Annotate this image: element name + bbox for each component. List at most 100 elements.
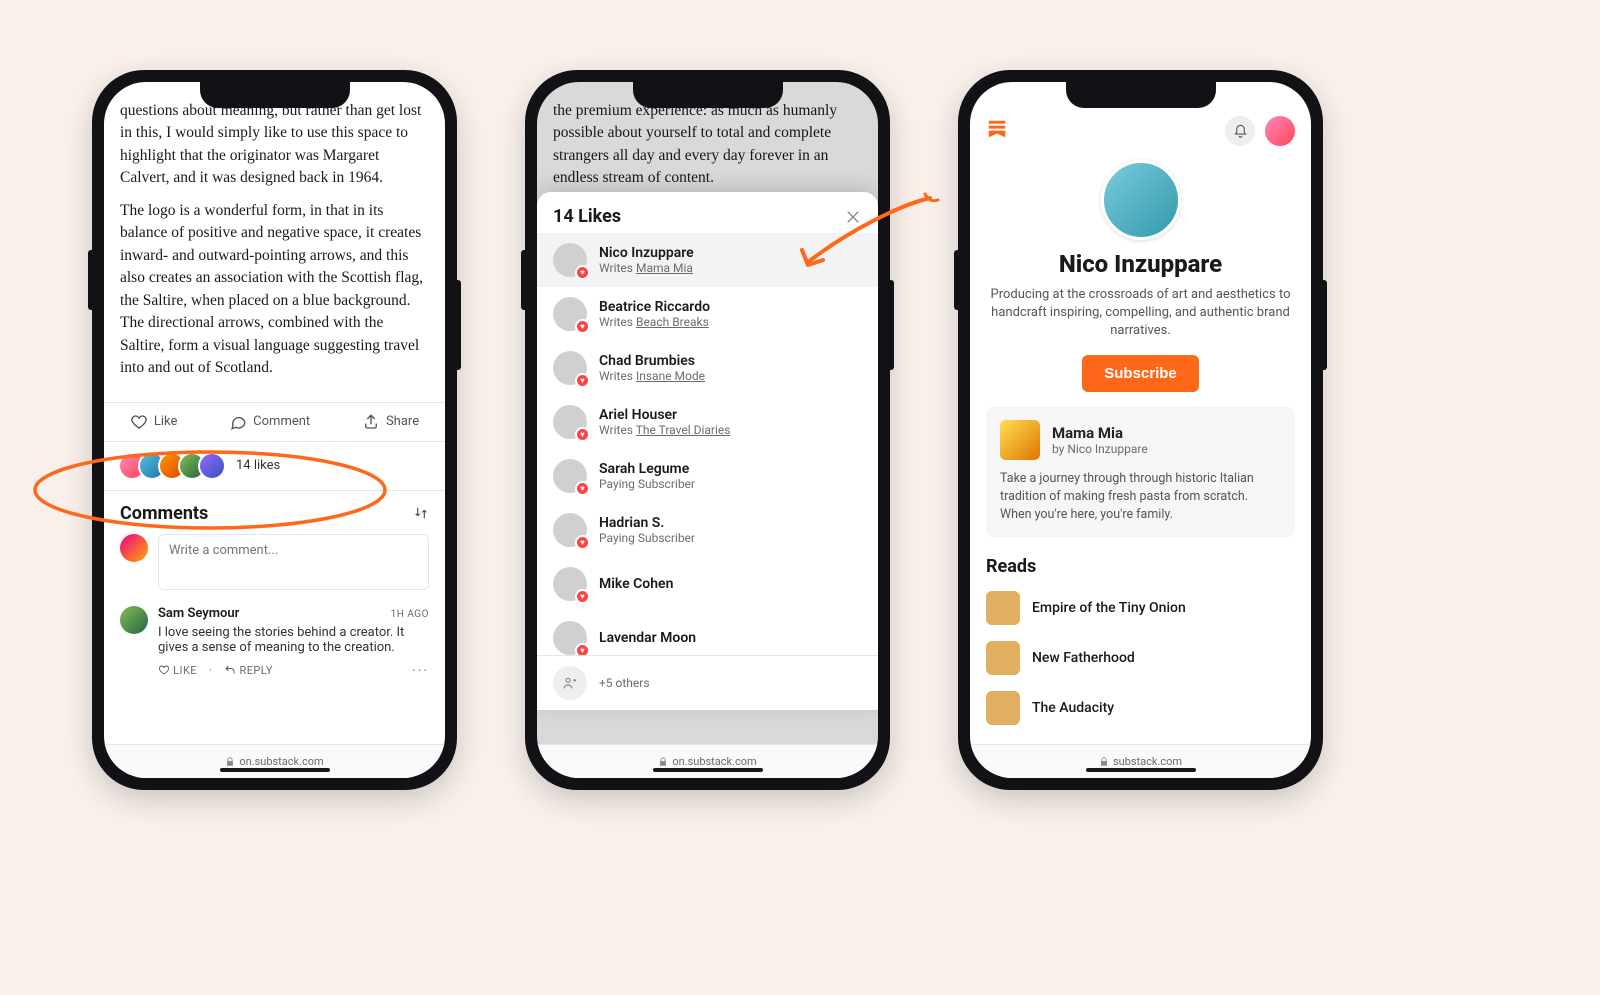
liker-row[interactable]: ♥ Mike Cohen <box>537 557 878 611</box>
share-button[interactable]: Share <box>362 413 419 431</box>
liker-row[interactable]: ♥ Hadrian S.Paying Subscriber <box>537 503 878 557</box>
comments-header: Comments <box>120 503 208 524</box>
browser-bar: substack.com <box>970 744 1311 778</box>
liker-avatar: ♥ <box>553 351 587 385</box>
browser-host: on.substack.com <box>672 755 756 768</box>
profile-bio: Producing at the crossroads of art and a… <box>990 286 1291 341</box>
reads-item[interactable]: The Audacity <box>970 683 1311 733</box>
liker-subtext: Paying Subscriber <box>599 531 862 545</box>
substack-logo-icon[interactable] <box>986 118 1008 144</box>
browser-host: substack.com <box>1113 755 1182 768</box>
heart-badge-icon: ♥ <box>575 643 590 655</box>
liker-row[interactable]: ♥Sarah LegumePaying Subscriber <box>537 449 878 503</box>
publication-title: Mama Mia <box>1052 424 1148 442</box>
liker-publication-link[interactable]: The Travel Diaries <box>636 423 731 437</box>
likes-sheet-title: 14 Likes <box>553 206 621 227</box>
liker-avatar: ♥ <box>553 405 587 439</box>
comment-author[interactable]: Sam Seymour <box>158 606 239 621</box>
heart-icon <box>130 413 148 431</box>
liker-row[interactable]: ♥ Beatrice RiccardoWrites Beach Breaks <box>537 287 878 341</box>
share-icon <box>362 413 380 431</box>
liker-avatars <box>118 452 226 480</box>
engagement-bar: Like Comment Share <box>104 402 445 442</box>
browser-bar: on.substack.com <box>104 744 445 778</box>
reply-icon <box>224 664 236 676</box>
heart-badge-icon: ♥ <box>575 319 590 334</box>
phone-profile-view: Nico Inzuppare Producing at the crossroa… <box>958 70 1323 790</box>
liker-name: Beatrice Riccardo <box>599 299 862 315</box>
notifications-button[interactable] <box>1225 116 1255 146</box>
sort-icon[interactable] <box>413 505 429 521</box>
liker-avatar: ♥ <box>553 297 587 331</box>
liker-row[interactable]: ♥Chad BrumbiesWrites Insane Mode <box>537 341 878 395</box>
reads-title: The Audacity <box>1032 700 1114 716</box>
reads-item[interactable]: Empire of the Tiny Onion <box>970 583 1311 633</box>
bell-icon <box>1233 124 1248 139</box>
phone-article-view: questions about meaning, but rather than… <box>92 70 457 790</box>
liker-avatar: ♥ <box>553 243 587 277</box>
article-paragraph: The logo is a wonderful form, in that in… <box>120 200 429 380</box>
liker-publication-link[interactable]: Insane Mode <box>636 369 705 383</box>
liker-avatar: ♥ <box>553 621 587 655</box>
people-icon <box>553 666 587 700</box>
liker-publication-link[interactable]: Mama Mia <box>636 261 693 275</box>
comment-icon <box>229 413 247 431</box>
lock-icon <box>1099 757 1109 767</box>
liker-subtext: Paying Subscriber <box>599 477 862 491</box>
likes-summary[interactable]: 14 likes <box>104 442 445 491</box>
article-paragraph: questions about meaning, but rather than… <box>120 100 429 190</box>
device-notch <box>633 82 783 108</box>
liker-row[interactable]: ♥ Nico InzuppareWrites Mama Mia <box>537 233 878 287</box>
liker-avatar: ♥ <box>553 513 587 547</box>
comment-body: I love seeing the stories behind a creat… <box>158 625 429 655</box>
heart-badge-icon: ♥ <box>575 589 590 604</box>
share-label: Share <box>386 414 419 429</box>
liker-name: Mike Cohen <box>599 576 862 592</box>
home-indicator <box>220 768 330 772</box>
comment-reply-button[interactable]: REPLY <box>224 664 273 677</box>
reads-thumb <box>986 641 1020 675</box>
lock-icon <box>658 757 668 767</box>
comment-button[interactable]: Comment <box>229 413 310 431</box>
liker-subtext: Writes Mama Mia <box>599 261 862 275</box>
liker-subtext: Writes Beach Breaks <box>599 315 862 329</box>
liker-avatar: ♥ <box>553 567 587 601</box>
comment-more-icon[interactable]: ··· <box>412 663 429 679</box>
browser-bar: on.substack.com <box>537 744 878 778</box>
lock-icon <box>225 757 235 767</box>
current-user-avatar <box>120 534 148 562</box>
like-label: Like <box>154 414 178 429</box>
comment-like-button[interactable]: LIKE <box>158 664 197 677</box>
liker-name: Lavendar Moon <box>599 630 862 646</box>
heart-badge-icon: ♥ <box>575 535 590 550</box>
liker-subtext: Writes Insane Mode <box>599 369 862 383</box>
browser-host: on.substack.com <box>239 755 323 768</box>
subscribe-button[interactable]: Subscribe <box>1082 355 1199 392</box>
publication-thumb <box>1000 420 1040 460</box>
reads-title: New Fatherhood <box>1032 650 1135 666</box>
comment-composer <box>120 534 429 590</box>
reads-item[interactable]: New Fatherhood <box>970 633 1311 683</box>
others-text: +5 others <box>599 676 650 690</box>
reads-header: Reads <box>970 556 1311 577</box>
liker-name: Ariel Houser <box>599 407 862 423</box>
current-user-avatar[interactable] <box>1265 116 1295 146</box>
liker-row[interactable]: ♥Ariel HouserWrites The Travel Diaries <box>537 395 878 449</box>
close-icon[interactable] <box>844 208 862 226</box>
liker-name: Hadrian S. <box>599 515 862 531</box>
comment-input[interactable] <box>158 534 429 590</box>
device-notch <box>1066 82 1216 108</box>
publication-card[interactable]: Mama Mia by Nico Inzuppare Take a journe… <box>986 406 1295 538</box>
liker-publication-link[interactable]: Beach Breaks <box>636 315 709 329</box>
comment-time: 1H AGO <box>391 609 429 620</box>
profile-avatar <box>1101 160 1181 240</box>
heart-badge-icon: ♥ <box>575 481 590 496</box>
like-button[interactable]: Like <box>130 413 178 431</box>
others-row[interactable]: +5 others <box>537 655 878 710</box>
device-notch <box>200 82 350 108</box>
reads-title: Empire of the Tiny Onion <box>1032 600 1186 616</box>
publication-byline: by Nico Inzuppare <box>1052 442 1148 456</box>
liker-name: Nico Inzuppare <box>599 245 862 261</box>
liker-row[interactable]: ♥ Lavendar Moon <box>537 611 878 655</box>
home-indicator <box>1086 768 1196 772</box>
